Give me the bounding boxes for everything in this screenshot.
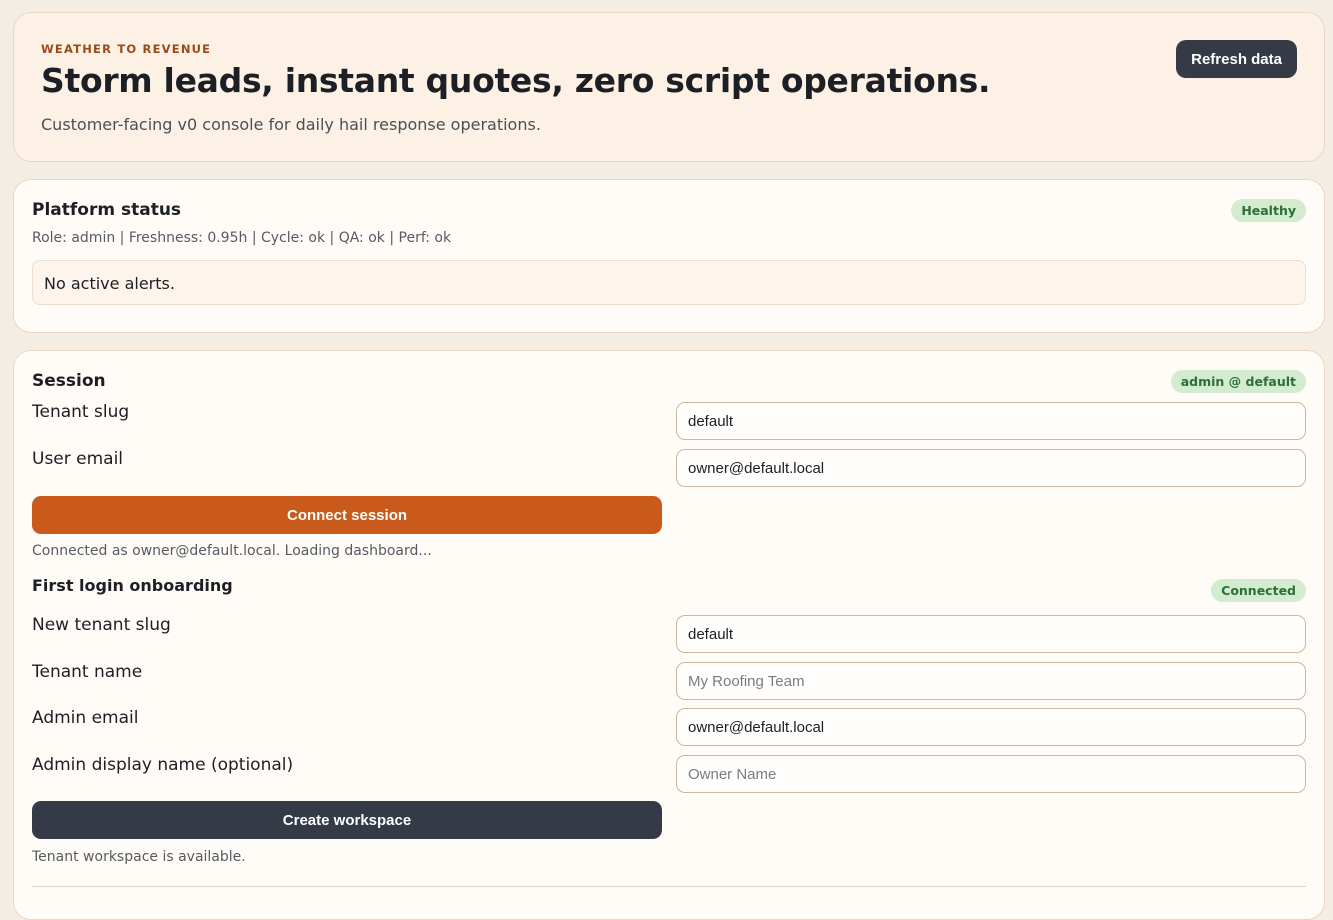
session-badge: admin @ default xyxy=(1170,370,1306,393)
session-card: Session admin @ default Tenant slug User… xyxy=(13,350,1325,920)
status-meta: Role: admin | Freshness: 0.95h | Cycle: … xyxy=(32,230,452,246)
connect-session-button[interactable]: Connect session xyxy=(32,496,662,534)
tenant-slug-input[interactable] xyxy=(676,402,1306,440)
divider xyxy=(32,886,1306,887)
admin-display-name-label: Admin display name (optional) xyxy=(32,755,294,775)
admin-email-label: Admin email xyxy=(32,708,139,728)
new-tenant-slug-label: New tenant slug xyxy=(32,615,171,635)
admin-display-name-input[interactable] xyxy=(676,755,1306,793)
tenant-slug-label: Tenant slug xyxy=(32,402,130,422)
tenant-name-label: Tenant name xyxy=(32,662,143,682)
session-status-text: Connected as owner@default.local. Loadin… xyxy=(32,543,432,559)
status-badge: Healthy xyxy=(1231,199,1306,222)
hero-header: WEATHER TO REVENUE Storm leads, instant … xyxy=(13,12,1325,162)
connected-badge: Connected xyxy=(1211,579,1306,602)
page-title: Storm leads, instant quotes, zero script… xyxy=(41,61,991,100)
admin-email-input[interactable] xyxy=(676,708,1306,746)
user-email-label: User email xyxy=(32,449,124,469)
onboarding-title: First login onboarding xyxy=(32,576,233,595)
tenant-name-input[interactable] xyxy=(676,662,1306,700)
platform-status-title: Platform status xyxy=(32,200,182,220)
create-workspace-button[interactable]: Create workspace xyxy=(32,801,662,839)
session-title: Session xyxy=(32,371,106,391)
onboarding-status-text: Tenant workspace is available. xyxy=(32,849,246,865)
page-subtitle: Customer-facing v0 console for daily hai… xyxy=(41,115,541,134)
alerts-panel: No active alerts. xyxy=(32,260,1306,305)
new-tenant-slug-input[interactable] xyxy=(676,615,1306,653)
eyebrow: WEATHER TO REVENUE xyxy=(41,42,212,56)
refresh-data-button[interactable]: Refresh data xyxy=(1176,40,1297,78)
user-email-input[interactable] xyxy=(676,449,1306,487)
platform-status-card: Platform status Healthy Role: admin | Fr… xyxy=(13,179,1325,333)
